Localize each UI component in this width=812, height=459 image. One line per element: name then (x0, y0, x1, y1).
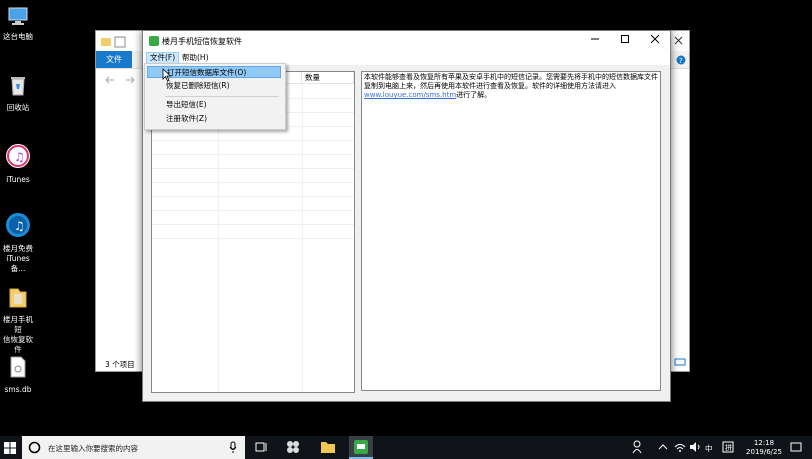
sms-app-taskbar-button[interactable] (349, 436, 373, 459)
microphone-icon[interactable] (229, 441, 237, 454)
taskbar: 在这里输入你要搜索的内容 中 拼 12:18 2019/6/25 (0, 436, 812, 459)
itunes-backup-icon: ♫ (0, 212, 36, 241)
computer-icon (0, 6, 36, 29)
column-header-count[interactable]: 数量 (302, 72, 354, 84)
maximize-button[interactable] (610, 31, 640, 51)
desktop-icon-label-line2: iTunes备... (6, 254, 30, 273)
windows-start-icon[interactable] (4, 442, 16, 454)
info-text-end: 进行了解。 (456, 91, 492, 99)
desktop-icon-label-line1: 楼月免费 (3, 244, 33, 253)
website-link[interactable]: www.louyue.com/sms.htm (364, 91, 456, 99)
desktop-icon-itunes-backup[interactable]: ♫ 楼月免费 iTunes备... (0, 212, 36, 274)
itunes-icon: ♫ (0, 143, 36, 172)
taskbar-clock[interactable]: 12:18 2019/6/25 (744, 439, 784, 457)
clock-date: 2019/6/25 (746, 448, 782, 456)
info-text-area[interactable]: 本软件能够查看及恢复所有苹果及安卓手机中的短信记录。您需要先将手机中的短信数据库… (361, 71, 661, 391)
clock-time: 12:18 (753, 439, 775, 447)
help-icon[interactable]: ? (676, 55, 686, 65)
grid-line (152, 238, 354, 239)
search-placeholder: 在这里输入你要搜索的内容 (48, 444, 138, 453)
desktop-icon-label-line1: 楼月手机短 (3, 315, 33, 334)
ime-indicator[interactable]: 中 (705, 443, 713, 454)
file-icon (0, 355, 36, 382)
recycle-bin-icon (0, 73, 36, 100)
folder-icon (101, 36, 126, 48)
close-icon (650, 34, 660, 44)
minimize-icon (591, 38, 599, 40)
desktop-icon-label: 回收站 (6, 103, 30, 112)
svg-text:?: ? (679, 57, 683, 65)
grid-line (152, 168, 354, 169)
desktop-icon-itunes[interactable]: ♫ iTunes (0, 143, 36, 185)
desktop-icon-this-pc[interactable]: 这台电脑 (0, 6, 36, 42)
grid-line (152, 182, 354, 183)
grid-line (152, 196, 354, 197)
grid-line (152, 224, 354, 225)
grid-line (152, 154, 354, 155)
desktop-icon-sms-db[interactable]: sms.db (0, 355, 36, 395)
network-icon[interactable] (674, 442, 686, 452)
explorer-item-count: 3 个项目 (105, 360, 135, 369)
app-titlebar[interactable]: 楼月手机短信恢复软件 (143, 31, 670, 51)
menu-item-export[interactable]: 导出短信(E) (147, 99, 281, 111)
folder-icon (0, 285, 36, 312)
menu-separator (165, 96, 279, 97)
svg-text:♫: ♫ (14, 219, 25, 233)
taskbar-search-box[interactable]: 在这里输入你要搜索的内容 (22, 436, 245, 459)
desktop-icon-label: 这台电脑 (3, 32, 33, 41)
explorer-file-tab[interactable]: 文件 (96, 51, 132, 68)
grid-line (152, 210, 354, 211)
app-icon (149, 36, 159, 46)
cortana-circle-icon (28, 441, 41, 454)
menu-item-register[interactable]: 注册软件(Z) (147, 113, 281, 125)
ime-mode-icon[interactable]: 拼 (722, 441, 734, 453)
mouse-cursor-icon (162, 68, 172, 82)
sms-app-icon (354, 440, 368, 454)
maximize-icon (621, 35, 629, 43)
app-grid-icon[interactable] (286, 440, 300, 454)
close-icon[interactable] (674, 35, 684, 47)
grid-line (152, 140, 354, 141)
svg-text:拼: 拼 (725, 443, 732, 452)
volume-icon[interactable] (689, 442, 701, 452)
desktop-icon-label: iTunes (6, 175, 30, 184)
chevron-up-icon[interactable] (658, 443, 668, 451)
notification-icon[interactable] (790, 441, 802, 453)
close-button[interactable] (640, 31, 670, 51)
task-view-icon[interactable] (255, 440, 269, 454)
svg-text:♫: ♫ (14, 150, 25, 164)
back-forward-icon[interactable] (104, 75, 144, 85)
info-text: 本软件能够查看及恢复所有苹果及安卓手机中的短信记录。您需要先将手机中的短信数据库… (364, 73, 658, 90)
view-icon[interactable] (674, 358, 686, 366)
desktop-icon-recycle-bin[interactable]: 回收站 (0, 73, 36, 113)
desktop-icon-label-line2: 信恢复软件 (3, 335, 33, 354)
minimize-button[interactable] (580, 31, 610, 51)
people-icon[interactable] (632, 440, 644, 454)
desktop-icon-label: sms.db (4, 385, 32, 394)
desktop-icon-sms-recovery-folder[interactable]: 楼月手机短 信恢复软件 (0, 285, 36, 355)
app-title: 楼月手机短信恢复软件 (162, 37, 242, 46)
file-explorer-taskbar-icon[interactable] (320, 440, 336, 454)
